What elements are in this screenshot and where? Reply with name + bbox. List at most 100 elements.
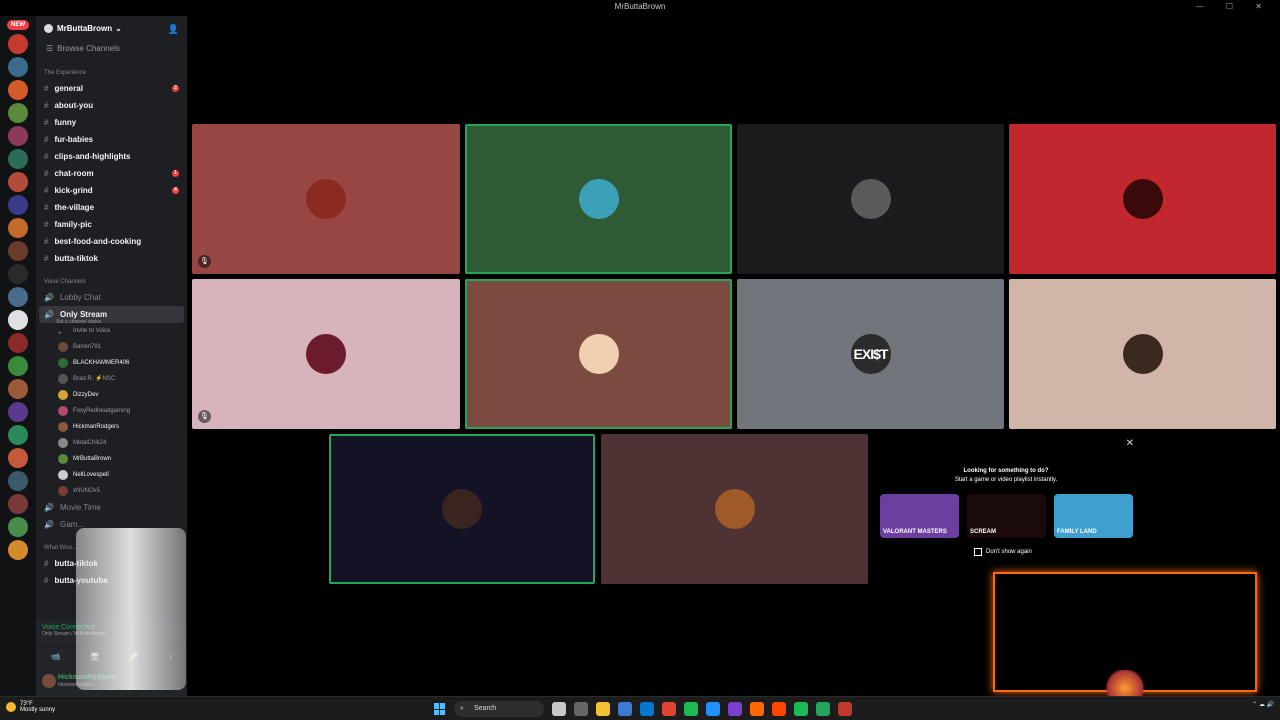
server-icon[interactable] — [8, 425, 28, 445]
voice-member[interactable]: xNUNOx5 — [36, 483, 187, 499]
camera-icon[interactable]: 📹 — [51, 652, 61, 666]
hash-icon: # — [44, 576, 49, 585]
taskbar-app-icon[interactable] — [706, 702, 720, 716]
taskbar-search[interactable]: ⌕ Search — [454, 701, 544, 717]
taskbar-app-icon[interactable] — [596, 702, 610, 716]
taskbar-app-icon[interactable] — [750, 702, 764, 716]
server-icon[interactable] — [8, 471, 28, 491]
voice-member[interactable]: NellLovespell — [36, 467, 187, 483]
server-icon[interactable] — [8, 126, 28, 146]
window-controls[interactable]: — ☐ ✕ — [1196, 2, 1272, 11]
server-icon[interactable] — [8, 287, 28, 307]
channel-family-pic[interactable]: # family-pic — [36, 216, 187, 233]
system-tray[interactable]: ⌃ ☁ 🔊 — [1252, 701, 1274, 708]
voice-member[interactable]: MrButtaBrown — [36, 451, 187, 467]
voice-member[interactable]: MetalChik24 — [36, 435, 187, 451]
channel-general[interactable]: # general 2 — [36, 80, 187, 97]
server-icon[interactable] — [8, 356, 28, 376]
participant-tile[interactable] — [465, 124, 732, 274]
taskbar-app-icon[interactable] — [662, 702, 676, 716]
member-name: BLACKHAMMER406 — [73, 360, 130, 366]
server-icon[interactable] — [8, 218, 28, 238]
voice-member[interactable]: BLACKHAMMER406 — [36, 355, 187, 371]
channel-funny[interactable]: # funny — [36, 114, 187, 131]
hash-icon: # — [44, 101, 49, 110]
voice-channel-lobby-chat[interactable]: 🔊 Lobby Chat — [36, 289, 187, 306]
server-icon[interactable] — [8, 149, 28, 169]
channel-status[interactable]: Set a channel status — [44, 319, 184, 325]
hash-icon: # — [44, 237, 49, 246]
taskbar-app-icon[interactable] — [684, 702, 698, 716]
guild-header[interactable]: MrButtaBrown ⌄ 👤 — [36, 16, 187, 40]
server-icon[interactable] — [8, 241, 28, 261]
mention-badge: 4 — [172, 187, 179, 194]
participant-tile[interactable]: EXI$T — [737, 279, 1004, 429]
activity-card[interactable]: SCREAM — [967, 494, 1046, 538]
channel-about-you[interactable]: # about-you — [36, 97, 187, 114]
participant-tile[interactable] — [1009, 124, 1276, 274]
guild-name: MrButtaBrown — [57, 23, 113, 33]
server-icon[interactable] — [8, 517, 28, 537]
mention-badge: 1 — [172, 170, 179, 177]
voice-member[interactable]: Brad R. ⚡NSC — [36, 371, 187, 387]
server-icon[interactable] — [8, 34, 28, 54]
server-icon[interactable] — [8, 57, 28, 77]
channel-the-village[interactable]: # the-village — [36, 199, 187, 216]
voice-member[interactable]: Barren791 — [36, 339, 187, 355]
close-icon[interactable]: ✕ — [1126, 438, 1134, 449]
server-icon[interactable] — [8, 103, 28, 123]
weather-widget[interactable]: 73°F Mostly sunny — [6, 701, 55, 713]
voice-member[interactable]: FoxyRedheadgaming — [36, 403, 187, 419]
server-icon[interactable] — [8, 402, 28, 422]
server-icon[interactable] — [8, 333, 28, 353]
activity-card[interactable]: FAMILY LAND — [1054, 494, 1133, 538]
taskbar-app-icon[interactable] — [816, 702, 830, 716]
participant-tile[interactable]: 🎙 — [192, 279, 460, 429]
server-icon[interactable] — [8, 195, 28, 215]
category-header[interactable]: Voice Channels — [36, 275, 187, 289]
participant-tile[interactable] — [329, 434, 595, 584]
windows-start-icon[interactable] — [434, 703, 446, 715]
channel-butta-tiktok[interactable]: # butta-tiktok — [36, 250, 187, 267]
taskbar-app-icon[interactable] — [618, 702, 632, 716]
avatar — [58, 438, 68, 448]
channel-fur-babies[interactable]: # fur-babies — [36, 131, 187, 148]
server-icon[interactable] — [8, 448, 28, 468]
taskbar-app-icon[interactable] — [794, 702, 808, 716]
add-member-icon[interactable]: 👤 — [168, 24, 179, 35]
participant-tile[interactable] — [1009, 279, 1276, 429]
taskbar-app-icon[interactable] — [838, 702, 852, 716]
participant-tile[interactable]: 🎙 — [192, 124, 460, 274]
hash-icon: # — [44, 135, 49, 144]
channel-kick-grind[interactable]: # kick-grind 4 — [36, 182, 187, 199]
avatar[interactable] — [42, 674, 56, 688]
voice-channel-movie-time[interactable]: 🔊 Movie Time — [36, 499, 187, 516]
channel-clips-and-highlights[interactable]: # clips-and-highlights — [36, 148, 187, 165]
voice-member[interactable]: HickmanRodgers — [36, 419, 187, 435]
server-icon[interactable] — [8, 172, 28, 192]
taskbar-app-icon[interactable] — [552, 702, 566, 716]
taskbar-app-icon[interactable] — [728, 702, 742, 716]
category-header[interactable]: The Experience — [36, 66, 187, 80]
server-icon[interactable] — [8, 540, 28, 560]
taskbar-app-icon[interactable] — [772, 702, 786, 716]
mention-badge: 2 — [172, 85, 179, 92]
server-icon[interactable] — [8, 80, 28, 100]
voice-member[interactable]: DizzyDev — [36, 387, 187, 403]
server-icon[interactable] — [8, 264, 28, 284]
server-icon[interactable] — [8, 494, 28, 514]
channel-best-food-and-cooking[interactable]: # best-food-and-cooking — [36, 233, 187, 250]
voice-channel-only-stream[interactable]: 🔊 Only Stream Set a channel status — [39, 306, 184, 325]
browse-channels[interactable]: ☰ Browse Channels — [36, 40, 187, 58]
participant-tile[interactable] — [737, 124, 1004, 274]
promo-title: Looking for something to do? — [963, 468, 1049, 474]
participant-tile[interactable] — [601, 434, 868, 584]
server-icon[interactable] — [8, 310, 28, 330]
participant-tile[interactable] — [465, 279, 732, 429]
taskbar-app-icon[interactable] — [640, 702, 654, 716]
activity-card[interactable]: VALORANT MASTERS — [880, 494, 959, 538]
invite-to-voice[interactable]: + Invite to Voice — [36, 323, 187, 339]
channel-chat-room[interactable]: # chat-room 1 — [36, 165, 187, 182]
taskbar-app-icon[interactable] — [574, 702, 588, 716]
server-icon[interactable] — [8, 379, 28, 399]
